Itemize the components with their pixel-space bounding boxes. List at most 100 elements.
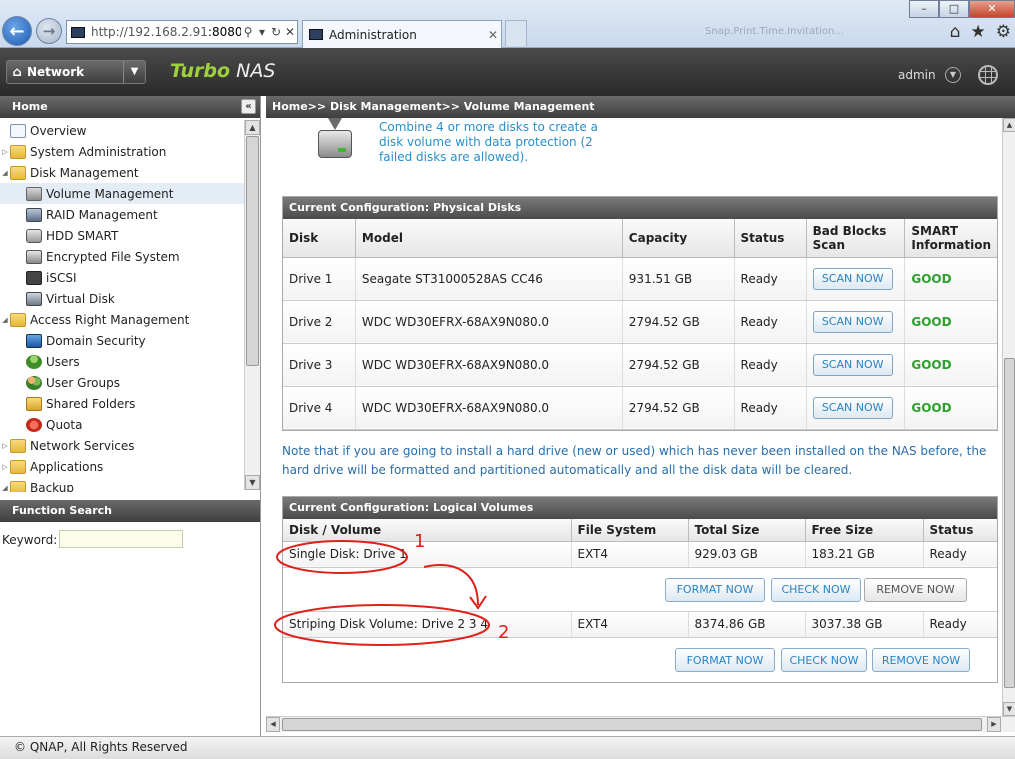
- new-tab-button[interactable]: [505, 20, 527, 46]
- smart-status[interactable]: GOOD: [911, 401, 951, 415]
- scan-now-button[interactable]: SCAN NOW: [812, 353, 893, 376]
- minimize-button[interactable]: –: [909, 0, 939, 18]
- sidebar-item-shared-folders[interactable]: Shared Folders: [0, 393, 244, 414]
- address-bar[interactable]: http://192.168.2.91:8080/c ⚲ ▾ ↻ ✕: [66, 20, 298, 44]
- raid-icon: [26, 207, 42, 222]
- scan-now-button[interactable]: SCAN NOW: [812, 267, 893, 290]
- arrow-down-shape: [328, 118, 342, 130]
- sidebar-item-domain-security[interactable]: Domain Security: [0, 330, 244, 351]
- app-header: ⌂ Network ▼ Turbo NAS admin ▼: [0, 48, 1015, 96]
- star-icon[interactable]: ★: [971, 22, 986, 42]
- column-header: SMART Information: [904, 219, 997, 258]
- smart-status[interactable]: GOOD: [911, 315, 951, 329]
- tab-title: Administration: [329, 27, 417, 42]
- collapse-icon[interactable]: ◢: [0, 484, 10, 492]
- smart-status[interactable]: GOOD: [911, 358, 951, 372]
- sidebar-item-quota[interactable]: Quota: [0, 414, 244, 435]
- collapse-sidebar-icon[interactable]: «: [241, 99, 256, 114]
- scan-now-button[interactable]: SCAN NOW: [812, 396, 893, 419]
- quota-icon: [26, 417, 42, 432]
- refresh-icon[interactable]: ↻: [269, 25, 283, 39]
- remove-now-button[interactable]: REMOVE NOW: [864, 577, 967, 602]
- column-header: Capacity: [622, 219, 735, 258]
- scroll-down-icon[interactable]: ▼: [1003, 702, 1015, 716]
- browser-chrome: ← → http://192.168.2.91:8080/c ⚲ ▾ ↻ ✕ A…: [0, 0, 1015, 48]
- sidebar-item-user-groups[interactable]: User Groups: [0, 372, 244, 393]
- gear-icon[interactable]: ⚙: [996, 22, 1011, 42]
- lock-icon: [26, 249, 42, 264]
- user-menu-icon[interactable]: ▼: [945, 67, 961, 83]
- home-icon[interactable]: ⌂: [950, 22, 961, 42]
- forward-button[interactable]: →: [36, 18, 62, 44]
- column-header: Bad Blocks Scan: [806, 219, 906, 258]
- sidebar-item-hdd-smart[interactable]: HDD SMART: [0, 225, 244, 246]
- sidebar-item-backup[interactable]: ◢ Backup: [0, 477, 244, 492]
- sidebar-item-encrypted-file-system[interactable]: Encrypted File System: [0, 246, 244, 267]
- capacity-cell: 2794.52 GB: [622, 343, 735, 387]
- sidebar-item-users[interactable]: Users: [0, 351, 244, 372]
- close-window-button[interactable]: ✕: [969, 0, 1015, 18]
- model-cell: WDC WD30EFRX-68AX9N080.0: [355, 343, 623, 387]
- status-cell: Ready: [734, 343, 807, 387]
- column-header: Free Size: [805, 519, 924, 542]
- close-tab-icon[interactable]: ✕: [485, 28, 501, 42]
- scroll-thumb[interactable]: [246, 136, 259, 366]
- scroll-thumb[interactable]: [1004, 358, 1015, 688]
- smart-status[interactable]: GOOD: [911, 272, 951, 286]
- scan-now-button[interactable]: SCAN NOW: [812, 310, 893, 333]
- sidebar-item-system-administration[interactable]: ▷ System Administration: [0, 141, 244, 162]
- scroll-down-icon[interactable]: ▼: [245, 475, 260, 490]
- table-header-row: Disk / Volume File System Total Size Fre…: [283, 519, 997, 542]
- table-row: Drive 2 WDC WD30EFRX-68AX9N080.0 2794.52…: [283, 300, 997, 344]
- keyword-input[interactable]: [59, 530, 183, 548]
- content-vertical-scrollbar[interactable]: ▲ ▼: [1002, 118, 1015, 716]
- sidebar-item-overview[interactable]: Overview: [0, 120, 244, 141]
- status-cell: Ready: [923, 541, 997, 568]
- iscsi-icon: [26, 270, 42, 285]
- scroll-thumb[interactable]: [282, 718, 982, 731]
- expand-icon[interactable]: ▷: [0, 148, 10, 156]
- column-header: Disk / Volume: [283, 519, 572, 542]
- filesystem-cell: EXT4: [571, 611, 689, 638]
- content-horizontal-scrollbar[interactable]: ◀ ▶: [266, 716, 1015, 732]
- content-scroll-area: Combine 4 or more disks to create a disk…: [266, 118, 1002, 716]
- stop-icon[interactable]: ✕: [283, 25, 297, 39]
- network-menu-button[interactable]: ⌂ Network ▼: [6, 60, 146, 84]
- nav-tree-scrollbar[interactable]: ▲ ▼: [244, 120, 260, 490]
- sidebar-item-raid-management[interactable]: RAID Management: [0, 204, 244, 225]
- check-now-button[interactable]: CHECK NOW: [771, 577, 861, 602]
- scroll-up-icon[interactable]: ▲: [245, 120, 260, 135]
- back-button[interactable]: ←: [2, 16, 32, 46]
- disk-shape: [318, 130, 352, 158]
- sidebar-title: Home: [12, 100, 48, 113]
- expand-icon[interactable]: ▷: [0, 463, 10, 471]
- scroll-up-icon[interactable]: ▲: [1003, 118, 1015, 132]
- sidebar-item-volume-management[interactable]: Volume Management: [0, 183, 244, 204]
- overview-icon: [10, 123, 26, 138]
- table-row: Drive 1 Seagate ST31000528AS CC46 931.51…: [283, 257, 997, 301]
- sidebar-item-virtual-disk[interactable]: Virtual Disk: [0, 288, 244, 309]
- users-icon: [26, 375, 42, 390]
- expand-icon[interactable]: ▷: [0, 442, 10, 450]
- collapse-icon[interactable]: ◢: [0, 169, 10, 177]
- globe-icon[interactable]: [978, 65, 998, 85]
- scroll-right-icon[interactable]: ▶: [987, 717, 1001, 732]
- format-now-button[interactable]: FORMAT NOW: [665, 577, 765, 602]
- tab-administration[interactable]: Administration ✕: [302, 20, 502, 48]
- scan-cell: SCAN NOW: [806, 386, 906, 430]
- sidebar-item-disk-management[interactable]: ◢ Disk Management: [0, 162, 244, 183]
- scroll-left-icon[interactable]: ◀: [266, 717, 280, 732]
- sidebar-item-network-services[interactable]: ▷ Network Services: [0, 435, 244, 456]
- format-now-button[interactable]: FORMAT NOW: [675, 648, 775, 672]
- maximize-button[interactable]: □: [939, 0, 969, 18]
- dropdown-icon[interactable]: ▾: [255, 25, 269, 39]
- sidebar-item-iscsi[interactable]: iSCSI: [0, 267, 244, 288]
- smart-cell: GOOD: [904, 300, 997, 344]
- search-icon[interactable]: ⚲: [241, 25, 255, 39]
- check-now-button[interactable]: CHECK NOW: [781, 648, 867, 672]
- remove-now-button[interactable]: REMOVE NOW: [872, 648, 970, 672]
- sidebar-item-applications[interactable]: ▷ Applications: [0, 456, 244, 477]
- logical-volumes-panel: Current Configuration: Logical Volumes D…: [282, 496, 998, 683]
- sidebar-item-access-right-management[interactable]: ◢ Access Right Management: [0, 309, 244, 330]
- collapse-icon[interactable]: ◢: [0, 316, 10, 324]
